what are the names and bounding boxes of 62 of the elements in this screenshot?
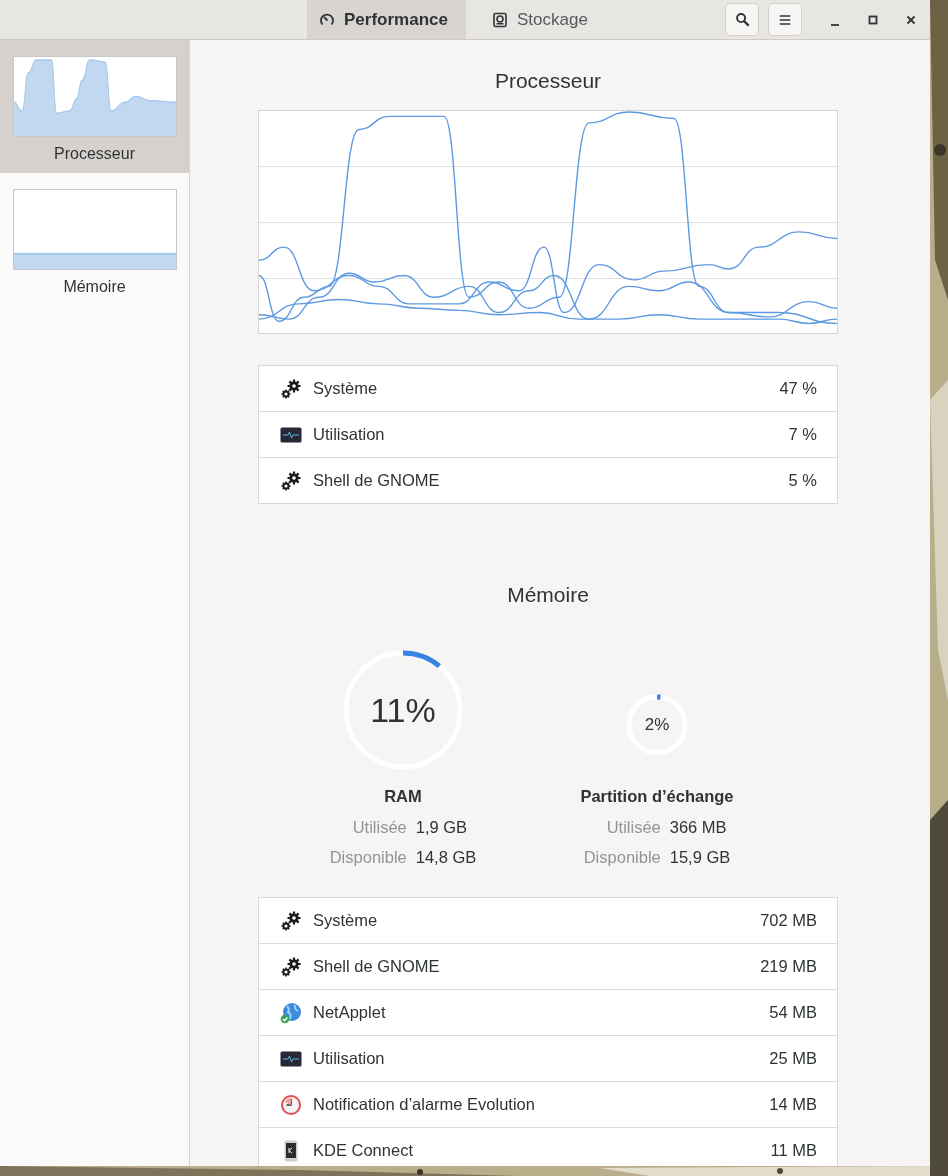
gauge-title: Partition d’échange [580,787,734,806]
process-row[interactable]: Utilisation 7 % [259,411,837,457]
stat-label: Disponible [329,848,407,867]
maximize-icon [867,13,879,26]
process-usage: 47 % [779,379,817,398]
process-usage: 5 % [788,471,817,490]
process-name: Utilisation [313,1049,386,1068]
stat-label: Utilisée [351,818,407,837]
process-name: Utilisation [313,425,386,444]
sidebar-item[interactable]: Processeur [0,40,189,173]
process-name: Système [313,379,379,398]
activity-monitor-icon [280,426,302,443]
gears-icon [280,909,302,932]
stat-value: 366 MB [669,818,728,837]
process-usage: 14 MB [769,1095,817,1114]
stat-value: 14,8 GB [415,848,477,867]
stat-value: 15,9 GB [669,848,731,867]
process-usage: 54 MB [769,1003,817,1022]
menu-button[interactable] [768,3,802,36]
sidebar-item[interactable]: Mémoire [0,173,189,306]
search-button[interactable] [725,3,759,36]
process-name: KDE Connect [313,1141,414,1160]
process-name: Système [313,911,379,930]
section-title: Processeur [493,68,603,94]
minimize-icon [831,23,839,26]
alarm-clock-icon [280,1093,302,1116]
gauge-icon [319,11,335,28]
stat-value: 1,9 GB [415,818,469,837]
gears-icon [280,469,302,492]
gears-icon [280,955,302,978]
gears-icon [280,377,302,400]
close-icon [905,13,917,26]
process-row[interactable]: Shell de GNOME 219 MB [259,943,837,989]
stat-label: Disponible [583,848,661,867]
menu-icon [778,12,792,27]
process-usage: 25 MB [769,1049,817,1068]
process-row[interactable]: Système 47 % [259,366,837,411]
process-usage: 219 MB [760,957,817,976]
usage-percent: 11% [370,690,436,730]
phone-icon [284,1139,298,1162]
process-name: Shell de GNOME [313,471,441,490]
search-icon [734,12,750,27]
usage-percent: 2% [644,715,670,735]
process-name: Notification d’alarme Evolution [313,1095,536,1114]
view-tab[interactable]: Stockage [466,0,610,39]
process-usage: 702 MB [760,911,817,930]
process-row[interactable]: NetApplet 54 MB [259,989,837,1035]
process-name: NetApplet [313,1003,387,1022]
usage-ring [625,693,689,757]
stat-label: Utilisée [605,818,661,837]
process-row[interactable]: Système 702 MB [259,898,837,943]
process-row[interactable]: Shell de GNOME 5 % [259,457,837,503]
process-name: Shell de GNOME [313,957,441,976]
view-tab[interactable]: Performance [307,0,466,39]
section-title: Mémoire [506,582,590,608]
globe-icon [280,1001,302,1024]
process-usage: 7 % [788,425,817,444]
process-row[interactable]: Utilisation 25 MB [259,1035,837,1081]
gauge-title: RAM [384,787,422,806]
process-usage: 11 MB [770,1141,817,1160]
process-row[interactable]: Notification d’alarme Evolution 14 MB [259,1081,837,1127]
activity-monitor-icon [280,1050,302,1067]
